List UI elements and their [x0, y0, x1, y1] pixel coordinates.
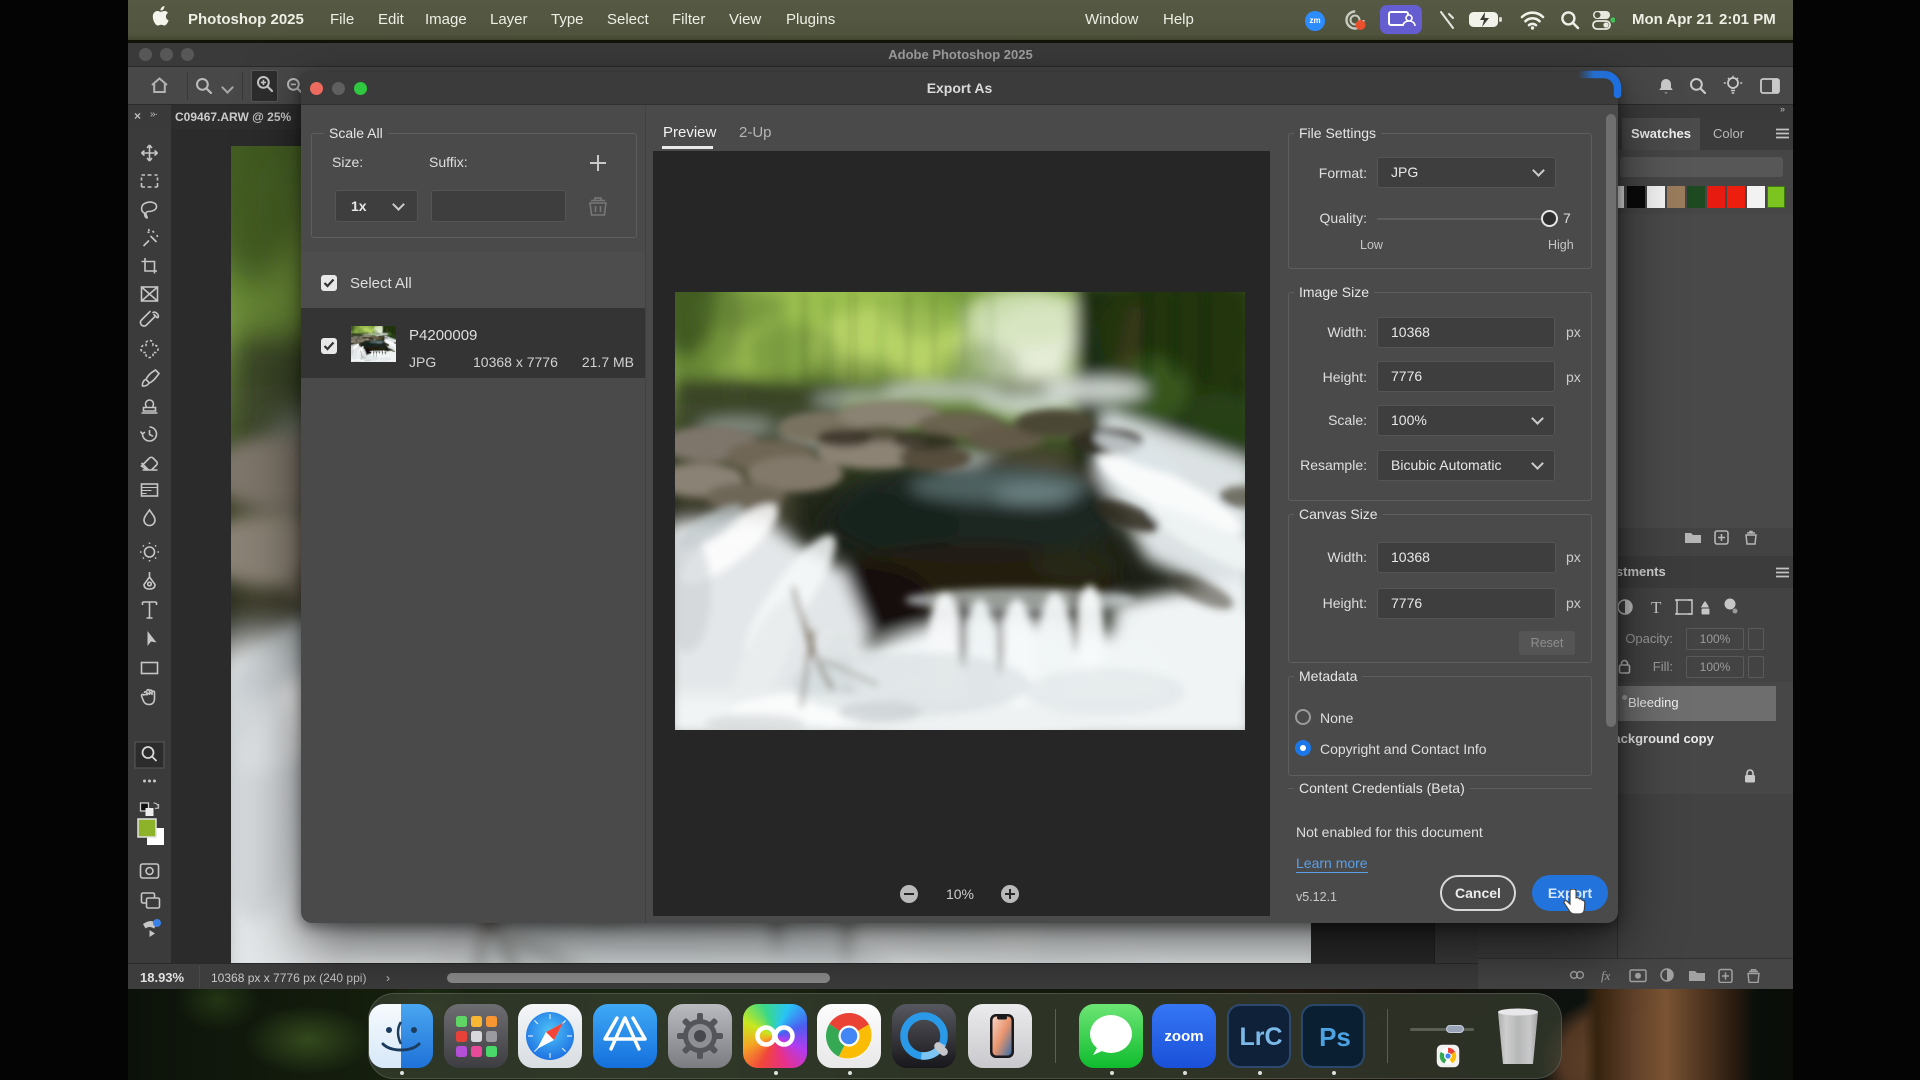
- svg-text:T: T: [1651, 598, 1662, 617]
- svg-text:fx: fx: [1601, 968, 1611, 983]
